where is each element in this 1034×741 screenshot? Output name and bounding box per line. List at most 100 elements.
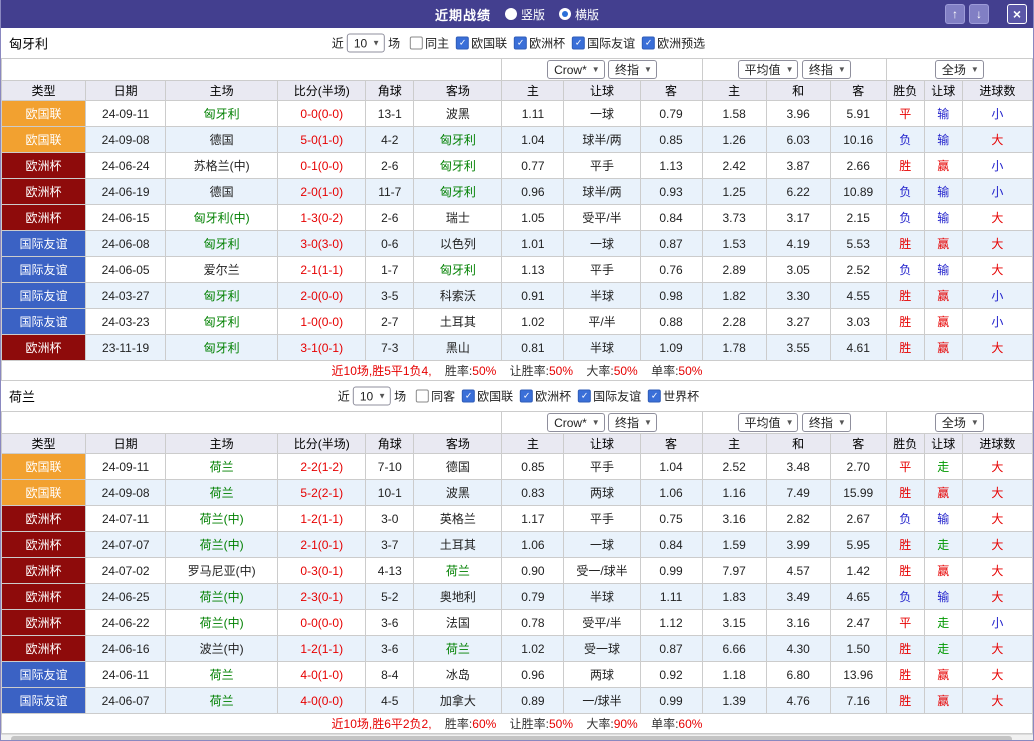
league-filter-checkbox[interactable]: ✓ 国际友谊 <box>572 35 635 52</box>
league-badge[interactable]: 欧洲杯 <box>2 335 86 361</box>
fulltime-select[interactable]: 全场▼ <box>935 413 984 432</box>
away-team[interactable]: 以色列 <box>414 231 502 257</box>
home-team[interactable]: 匈牙利 <box>166 283 278 309</box>
home-team[interactable]: 荷兰 <box>166 688 278 714</box>
same-venue-checkbox[interactable]: 同主 <box>410 35 449 52</box>
match-score[interactable]: 4-0(1-0) <box>278 662 366 688</box>
layout-radio-horizontal[interactable]: 横版 <box>559 6 599 23</box>
home-team[interactable]: 荷兰 <box>166 454 278 480</box>
horizontal-scrollbar[interactable] <box>1 734 1033 741</box>
average-select[interactable]: 平均值▼ <box>738 413 799 432</box>
same-venue-checkbox[interactable]: 同客 <box>416 388 455 405</box>
league-badge[interactable]: 欧洲杯 <box>2 205 86 231</box>
away-team[interactable]: 荷兰 <box>414 636 502 662</box>
scroll-up-button[interactable]: ↑ <box>945 4 965 24</box>
league-badge[interactable]: 欧洲杯 <box>2 636 86 662</box>
league-badge[interactable]: 国际友谊 <box>2 309 86 335</box>
match-score[interactable]: 0-3(0-1) <box>278 558 366 584</box>
home-team[interactable]: 荷兰 <box>166 662 278 688</box>
league-badge[interactable]: 欧洲杯 <box>2 532 86 558</box>
away-team[interactable]: 波黑 <box>414 101 502 127</box>
average-time-select[interactable]: 终指▼ <box>802 60 851 79</box>
away-team[interactable]: 荷兰 <box>414 558 502 584</box>
league-badge[interactable]: 欧国联 <box>2 480 86 506</box>
home-team[interactable]: 荷兰(中) <box>166 610 278 636</box>
league-badge[interactable]: 欧国联 <box>2 454 86 480</box>
home-team[interactable]: 匈牙利 <box>166 101 278 127</box>
away-team[interactable]: 瑞士 <box>414 205 502 231</box>
away-team[interactable]: 加拿大 <box>414 688 502 714</box>
league-filter-checkbox[interactable]: ✓ 欧洲杯 <box>520 388 571 405</box>
home-team[interactable]: 荷兰 <box>166 480 278 506</box>
league-filter-checkbox[interactable]: ✓ 欧国联 <box>456 35 507 52</box>
home-team[interactable]: 苏格兰(中) <box>166 153 278 179</box>
match-score[interactable]: 2-1(0-1) <box>278 532 366 558</box>
league-badge[interactable]: 欧洲杯 <box>2 153 86 179</box>
close-button[interactable]: × <box>1007 4 1027 24</box>
league-badge[interactable]: 欧洲杯 <box>2 506 86 532</box>
match-score[interactable]: 2-2(1-2) <box>278 454 366 480</box>
league-filter-checkbox[interactable]: ✓ 世界杯 <box>648 388 699 405</box>
league-badge[interactable]: 国际友谊 <box>2 688 86 714</box>
match-score[interactable]: 0-0(0-0) <box>278 101 366 127</box>
match-score[interactable]: 2-1(1-1) <box>278 257 366 283</box>
away-team[interactable]: 英格兰 <box>414 506 502 532</box>
away-team[interactable]: 黑山 <box>414 335 502 361</box>
home-team[interactable]: 爱尔兰 <box>166 257 278 283</box>
league-filter-checkbox[interactable]: ✓ 欧洲预选 <box>642 35 705 52</box>
home-team[interactable]: 匈牙利 <box>166 309 278 335</box>
layout-radio-vertical[interactable]: 竖版 <box>505 6 545 23</box>
match-score[interactable]: 0-0(0-0) <box>278 610 366 636</box>
home-team[interactable]: 荷兰(中) <box>166 584 278 610</box>
away-team[interactable]: 土耳其 <box>414 309 502 335</box>
match-score[interactable]: 1-2(1-1) <box>278 636 366 662</box>
league-filter-checkbox[interactable]: ✓ 国际友谊 <box>578 388 641 405</box>
away-team[interactable]: 匈牙利 <box>414 257 502 283</box>
scrollbar-thumb[interactable] <box>11 736 1012 741</box>
home-team[interactable]: 德国 <box>166 179 278 205</box>
away-team[interactable]: 奥地利 <box>414 584 502 610</box>
away-team[interactable]: 波黑 <box>414 480 502 506</box>
away-team[interactable]: 德国 <box>414 454 502 480</box>
away-team[interactable]: 冰岛 <box>414 662 502 688</box>
home-team[interactable]: 荷兰(中) <box>166 506 278 532</box>
league-badge[interactable]: 国际友谊 <box>2 231 86 257</box>
match-score[interactable]: 1-3(0-2) <box>278 205 366 231</box>
home-team[interactable]: 匈牙利 <box>166 335 278 361</box>
match-score[interactable]: 1-0(0-0) <box>278 309 366 335</box>
league-badge[interactable]: 国际友谊 <box>2 662 86 688</box>
match-score[interactable]: 2-0(0-0) <box>278 283 366 309</box>
match-score[interactable]: 5-2(2-1) <box>278 480 366 506</box>
league-badge[interactable]: 欧洲杯 <box>2 558 86 584</box>
home-team[interactable]: 匈牙利 <box>166 231 278 257</box>
league-badge[interactable]: 欧国联 <box>2 101 86 127</box>
recent-count-select[interactable]: 10▼ <box>353 387 391 406</box>
bookmaker-select[interactable]: Crow*▼ <box>547 60 605 79</box>
match-score[interactable]: 1-2(1-1) <box>278 506 366 532</box>
bookmaker-time-select[interactable]: 终指▼ <box>608 413 657 432</box>
home-team[interactable]: 罗马尼亚(中) <box>166 558 278 584</box>
match-score[interactable]: 3-1(0-1) <box>278 335 366 361</box>
match-score[interactable]: 4-0(0-0) <box>278 688 366 714</box>
home-team[interactable]: 荷兰(中) <box>166 532 278 558</box>
league-badge[interactable]: 欧洲杯 <box>2 584 86 610</box>
match-score[interactable]: 2-0(1-0) <box>278 179 366 205</box>
home-team[interactable]: 德国 <box>166 127 278 153</box>
away-team[interactable]: 匈牙利 <box>414 179 502 205</box>
away-team[interactable]: 科索沃 <box>414 283 502 309</box>
away-team[interactable]: 匈牙利 <box>414 153 502 179</box>
recent-count-select[interactable]: 10▼ <box>347 34 385 53</box>
scroll-down-button[interactable]: ↓ <box>969 4 989 24</box>
league-badge[interactable]: 欧国联 <box>2 127 86 153</box>
league-badge[interactable]: 国际友谊 <box>2 283 86 309</box>
average-select[interactable]: 平均值▼ <box>738 60 799 79</box>
bookmaker-time-select[interactable]: 终指▼ <box>608 60 657 79</box>
away-team[interactable]: 匈牙利 <box>414 127 502 153</box>
league-badge[interactable]: 欧洲杯 <box>2 610 86 636</box>
match-score[interactable]: 2-3(0-1) <box>278 584 366 610</box>
fulltime-select[interactable]: 全场▼ <box>935 60 984 79</box>
match-score[interactable]: 3-0(3-0) <box>278 231 366 257</box>
match-score[interactable]: 0-1(0-0) <box>278 153 366 179</box>
average-time-select[interactable]: 终指▼ <box>802 413 851 432</box>
away-team[interactable]: 法国 <box>414 610 502 636</box>
